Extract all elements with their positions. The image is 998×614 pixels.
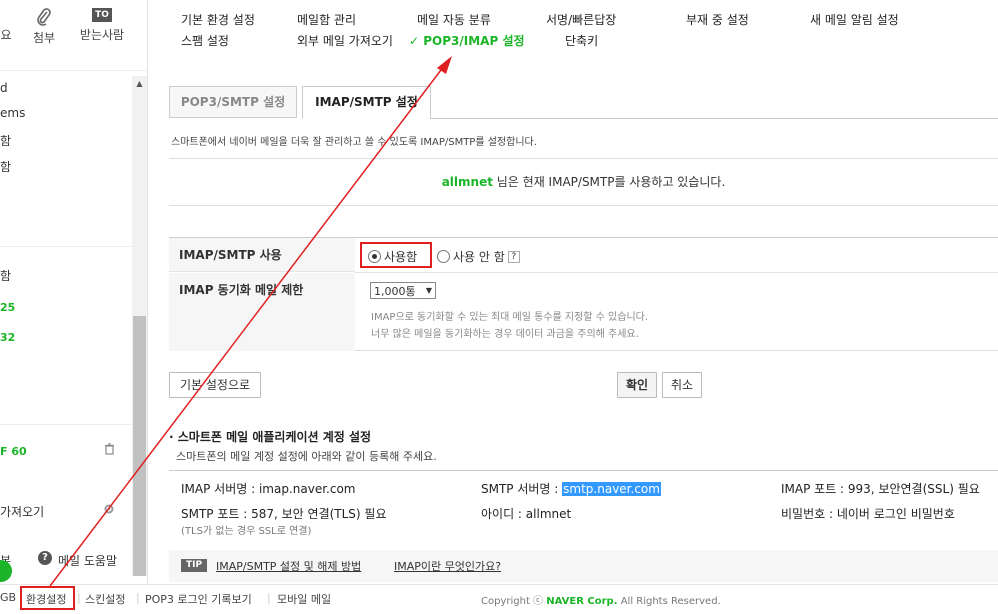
annotation-arrow	[49, 56, 452, 587]
